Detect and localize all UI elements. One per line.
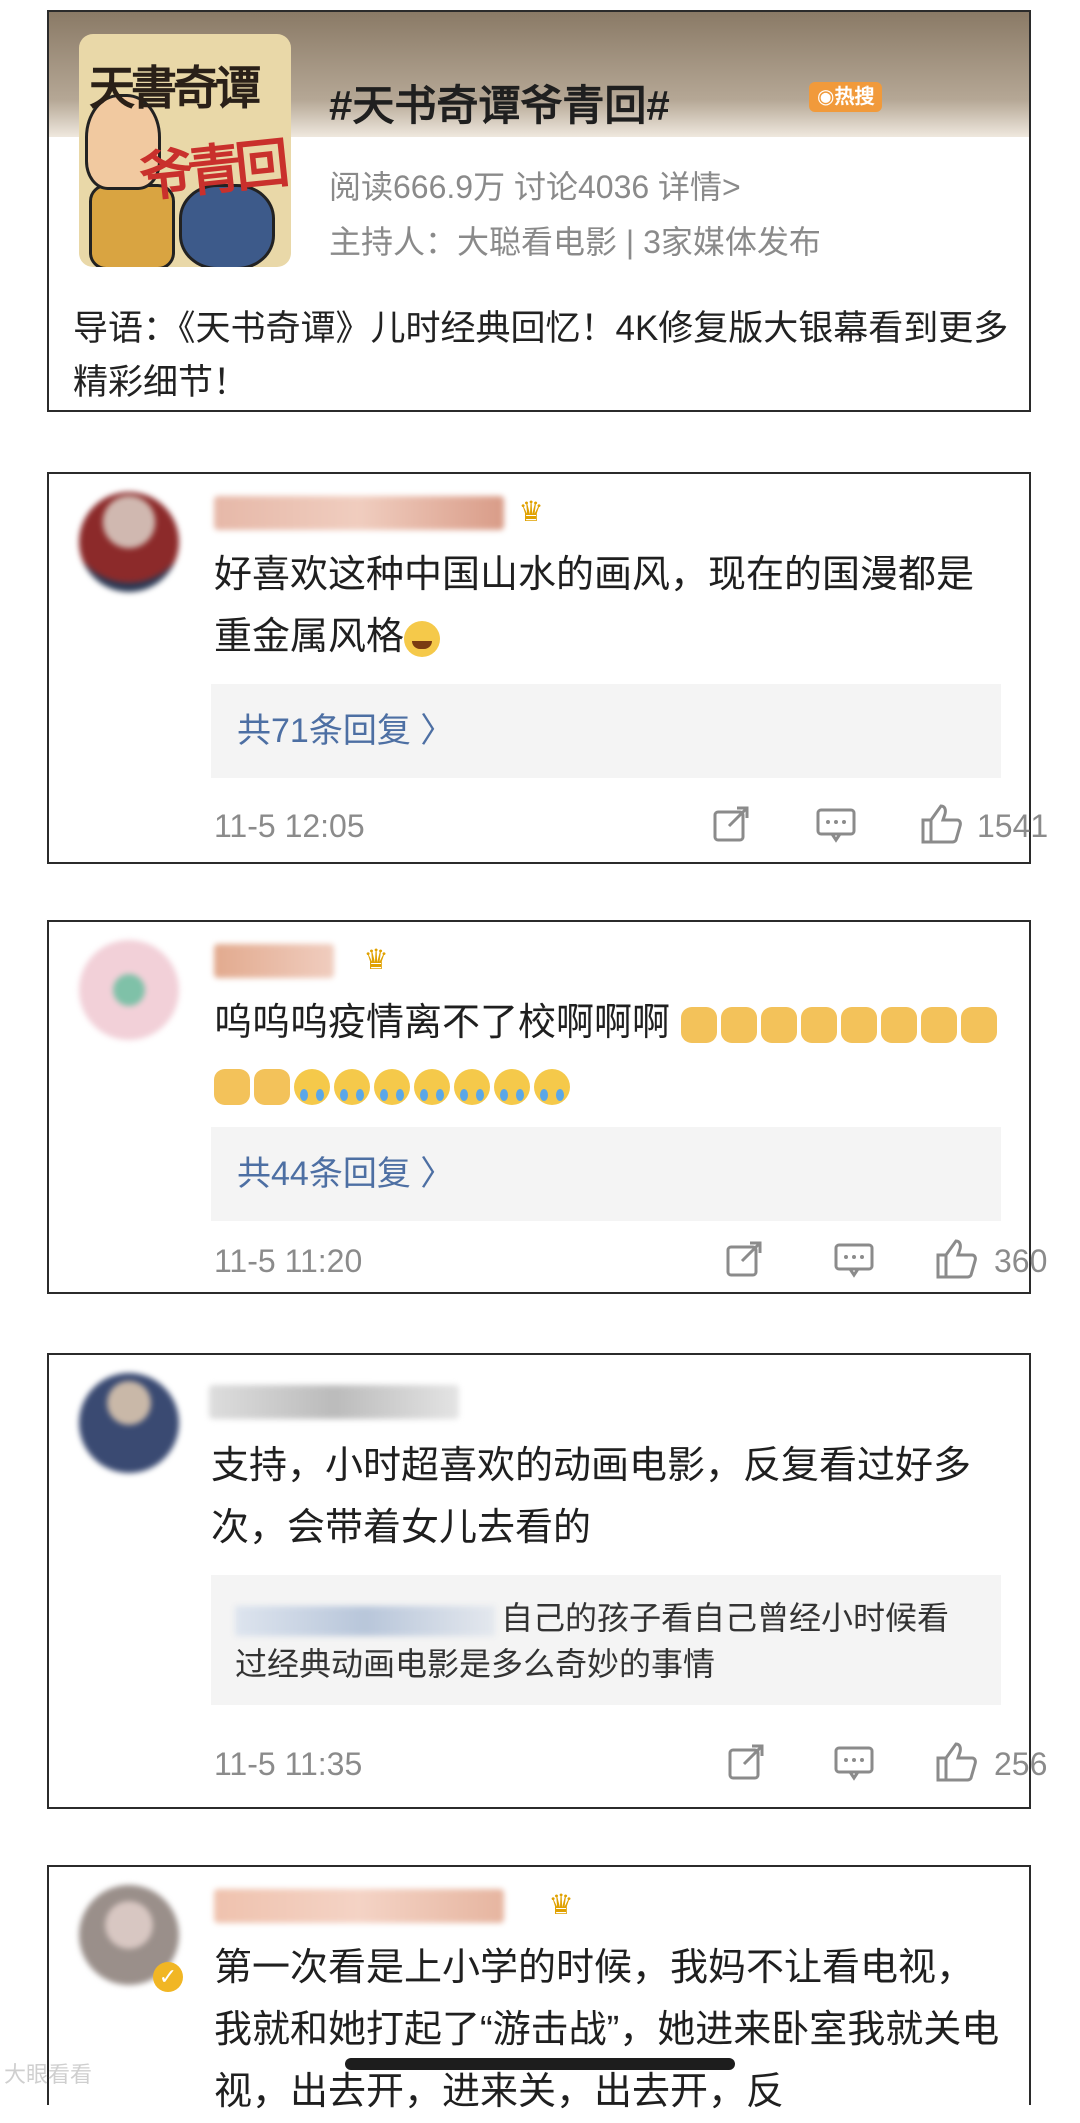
view-replies-link[interactable]: 共71条回复 〉 [211, 712, 454, 750]
comment-meta: 11-5 12:05 1541 [214, 802, 1048, 852]
comment-text: 支持，小时超喜欢的动画电影，反复看过好多次，会带着女儿去看的 [211, 1445, 972, 1549]
comment-body: 呜呜呜疫情离不了校啊啊啊 [214, 1002, 671, 1044]
dog-emoji-icon [960, 1006, 997, 1043]
comment-meta: 11-5 11:35 256 [214, 1740, 1047, 1790]
dog-emoji-icon [720, 1006, 757, 1043]
username[interactable] [214, 496, 504, 530]
view-replies-link[interactable]: 共44条回复 〉 [211, 1155, 454, 1193]
comment-time: 11-5 12:05 [214, 808, 365, 844]
dog-emoji-icon [880, 1006, 917, 1043]
like-count: 256 [994, 1746, 1048, 1782]
home-indicator[interactable] [345, 2058, 735, 2070]
reply-box[interactable]: 共71条回复 〉 [211, 684, 1001, 778]
dog-emoji-icon [800, 1006, 837, 1043]
comment-body: 好喜欢这种中国山水的画风，现在的国漫都是重金属风格 [214, 554, 975, 658]
dog-emoji-icon [840, 1006, 877, 1043]
vip-badge-icon: ♛ [548, 1889, 574, 1920]
thumbs-up-icon[interactable] [934, 1237, 978, 1281]
watermark: 大眼看看 [4, 2062, 93, 2087]
username[interactable] [214, 944, 334, 978]
comment-card[interactable]: ♛ 好喜欢这种中国山水的画风，现在的国漫都是重金属风格 共71条回复 〉 11-… [47, 472, 1048, 864]
topic-cover-image[interactable]: 天書奇谭 爷青回 [79, 34, 291, 267]
dog-emoji-icon [680, 1006, 717, 1043]
share-icon[interactable] [709, 802, 753, 846]
username[interactable] [209, 1385, 459, 1419]
comment-icon[interactable] [832, 1237, 876, 1281]
topic-intro: 导语：《天书奇谭》儿时经典回忆！4K修复版大银幕看到更多精彩细节！ [73, 309, 1009, 402]
thumbs-up-icon[interactable] [919, 802, 963, 846]
comment-text: 呜呜呜疫情离不了校啊啊啊 [214, 992, 1004, 1116]
dog-emoji-icon [920, 1006, 957, 1043]
reply-username[interactable] [235, 1605, 495, 1636]
like-count: 360 [994, 1243, 1048, 1279]
hot-badge-label: 热搜 [834, 86, 875, 108]
like-count: 1541 [977, 808, 1049, 844]
comment-time: 11-5 11:20 [214, 1243, 363, 1279]
cover-title-top: 天書奇谭 [89, 61, 261, 115]
laughing-emoji-icon [404, 620, 441, 657]
fire-icon: ◉ [817, 86, 835, 108]
crying-emoji-icon [534, 1068, 570, 1105]
avatar[interactable] [79, 492, 179, 592]
crying-emoji-icon [454, 1068, 490, 1105]
comment-meta: 11-5 11:20 360 [214, 1237, 1047, 1287]
avatar[interactable] [79, 940, 179, 1040]
dog-emoji-icon [760, 1006, 797, 1043]
vip-badge-icon: ♛ [363, 944, 389, 975]
comment-text: 好喜欢这种中国山水的画风，现在的国漫都是重金属风格 [214, 544, 1004, 668]
comment-icon[interactable] [814, 802, 858, 846]
hot-badge: ◉热搜 [809, 82, 883, 112]
topic-host[interactable]: 主持人：大聪看电影 | 3家媒体发布 [329, 217, 821, 263]
crying-emoji-icon [374, 1068, 410, 1105]
topic-card[interactable]: 天書奇谭 爷青回 #天书奇谭爷青回# ◉热搜 阅读666.9万 讨论4036 详… [47, 10, 1031, 412]
username[interactable] [214, 1889, 504, 1923]
comment-text: 第一次看是上小学的时候，我妈不让看电视，我就和她打起了“游击战”，她进来卧室我就… [214, 1947, 1000, 2113]
crying-emoji-icon [494, 1068, 530, 1105]
vip-badge-icon: ♛ [518, 496, 544, 527]
cover-title-bottom: 爷青回 [136, 130, 287, 210]
reply-box[interactable]: 自己的孩子看自己曾经小时候看过经典动画电影是多么奇妙的事情 [211, 1575, 1001, 1705]
comment-card[interactable]: 支持，小时超喜欢的动画电影，反复看过好多次，会带着女儿去看的 自己的孩子看自己曾… [47, 1353, 1047, 1809]
topic-title[interactable]: #天书奇谭爷青回# [329, 72, 670, 133]
comment-card[interactable]: ♛ 呜呜呜疫情离不了校啊啊啊 共44条回复 〉 11-5 11:20 360 [47, 920, 1047, 1294]
crying-emoji-icon [414, 1068, 450, 1105]
comment-time: 11-5 11:35 [214, 1746, 363, 1782]
crying-emoji-icon [294, 1068, 330, 1105]
share-icon[interactable] [724, 1740, 768, 1784]
verified-badge-icon: ✓ [153, 1962, 183, 1992]
comment-icon[interactable] [832, 1740, 876, 1784]
share-icon[interactable] [722, 1237, 766, 1281]
thumbs-up-icon[interactable] [934, 1740, 978, 1784]
dog-emoji-icon [254, 1068, 290, 1105]
crying-emoji-icon [334, 1068, 370, 1105]
avatar[interactable] [79, 1373, 179, 1473]
topic-stats[interactable]: 阅读666.9万 讨论4036 详情> [329, 162, 741, 208]
reply-box[interactable]: 共44条回复 〉 [211, 1127, 1001, 1221]
dog-emoji-icon [214, 1068, 250, 1105]
